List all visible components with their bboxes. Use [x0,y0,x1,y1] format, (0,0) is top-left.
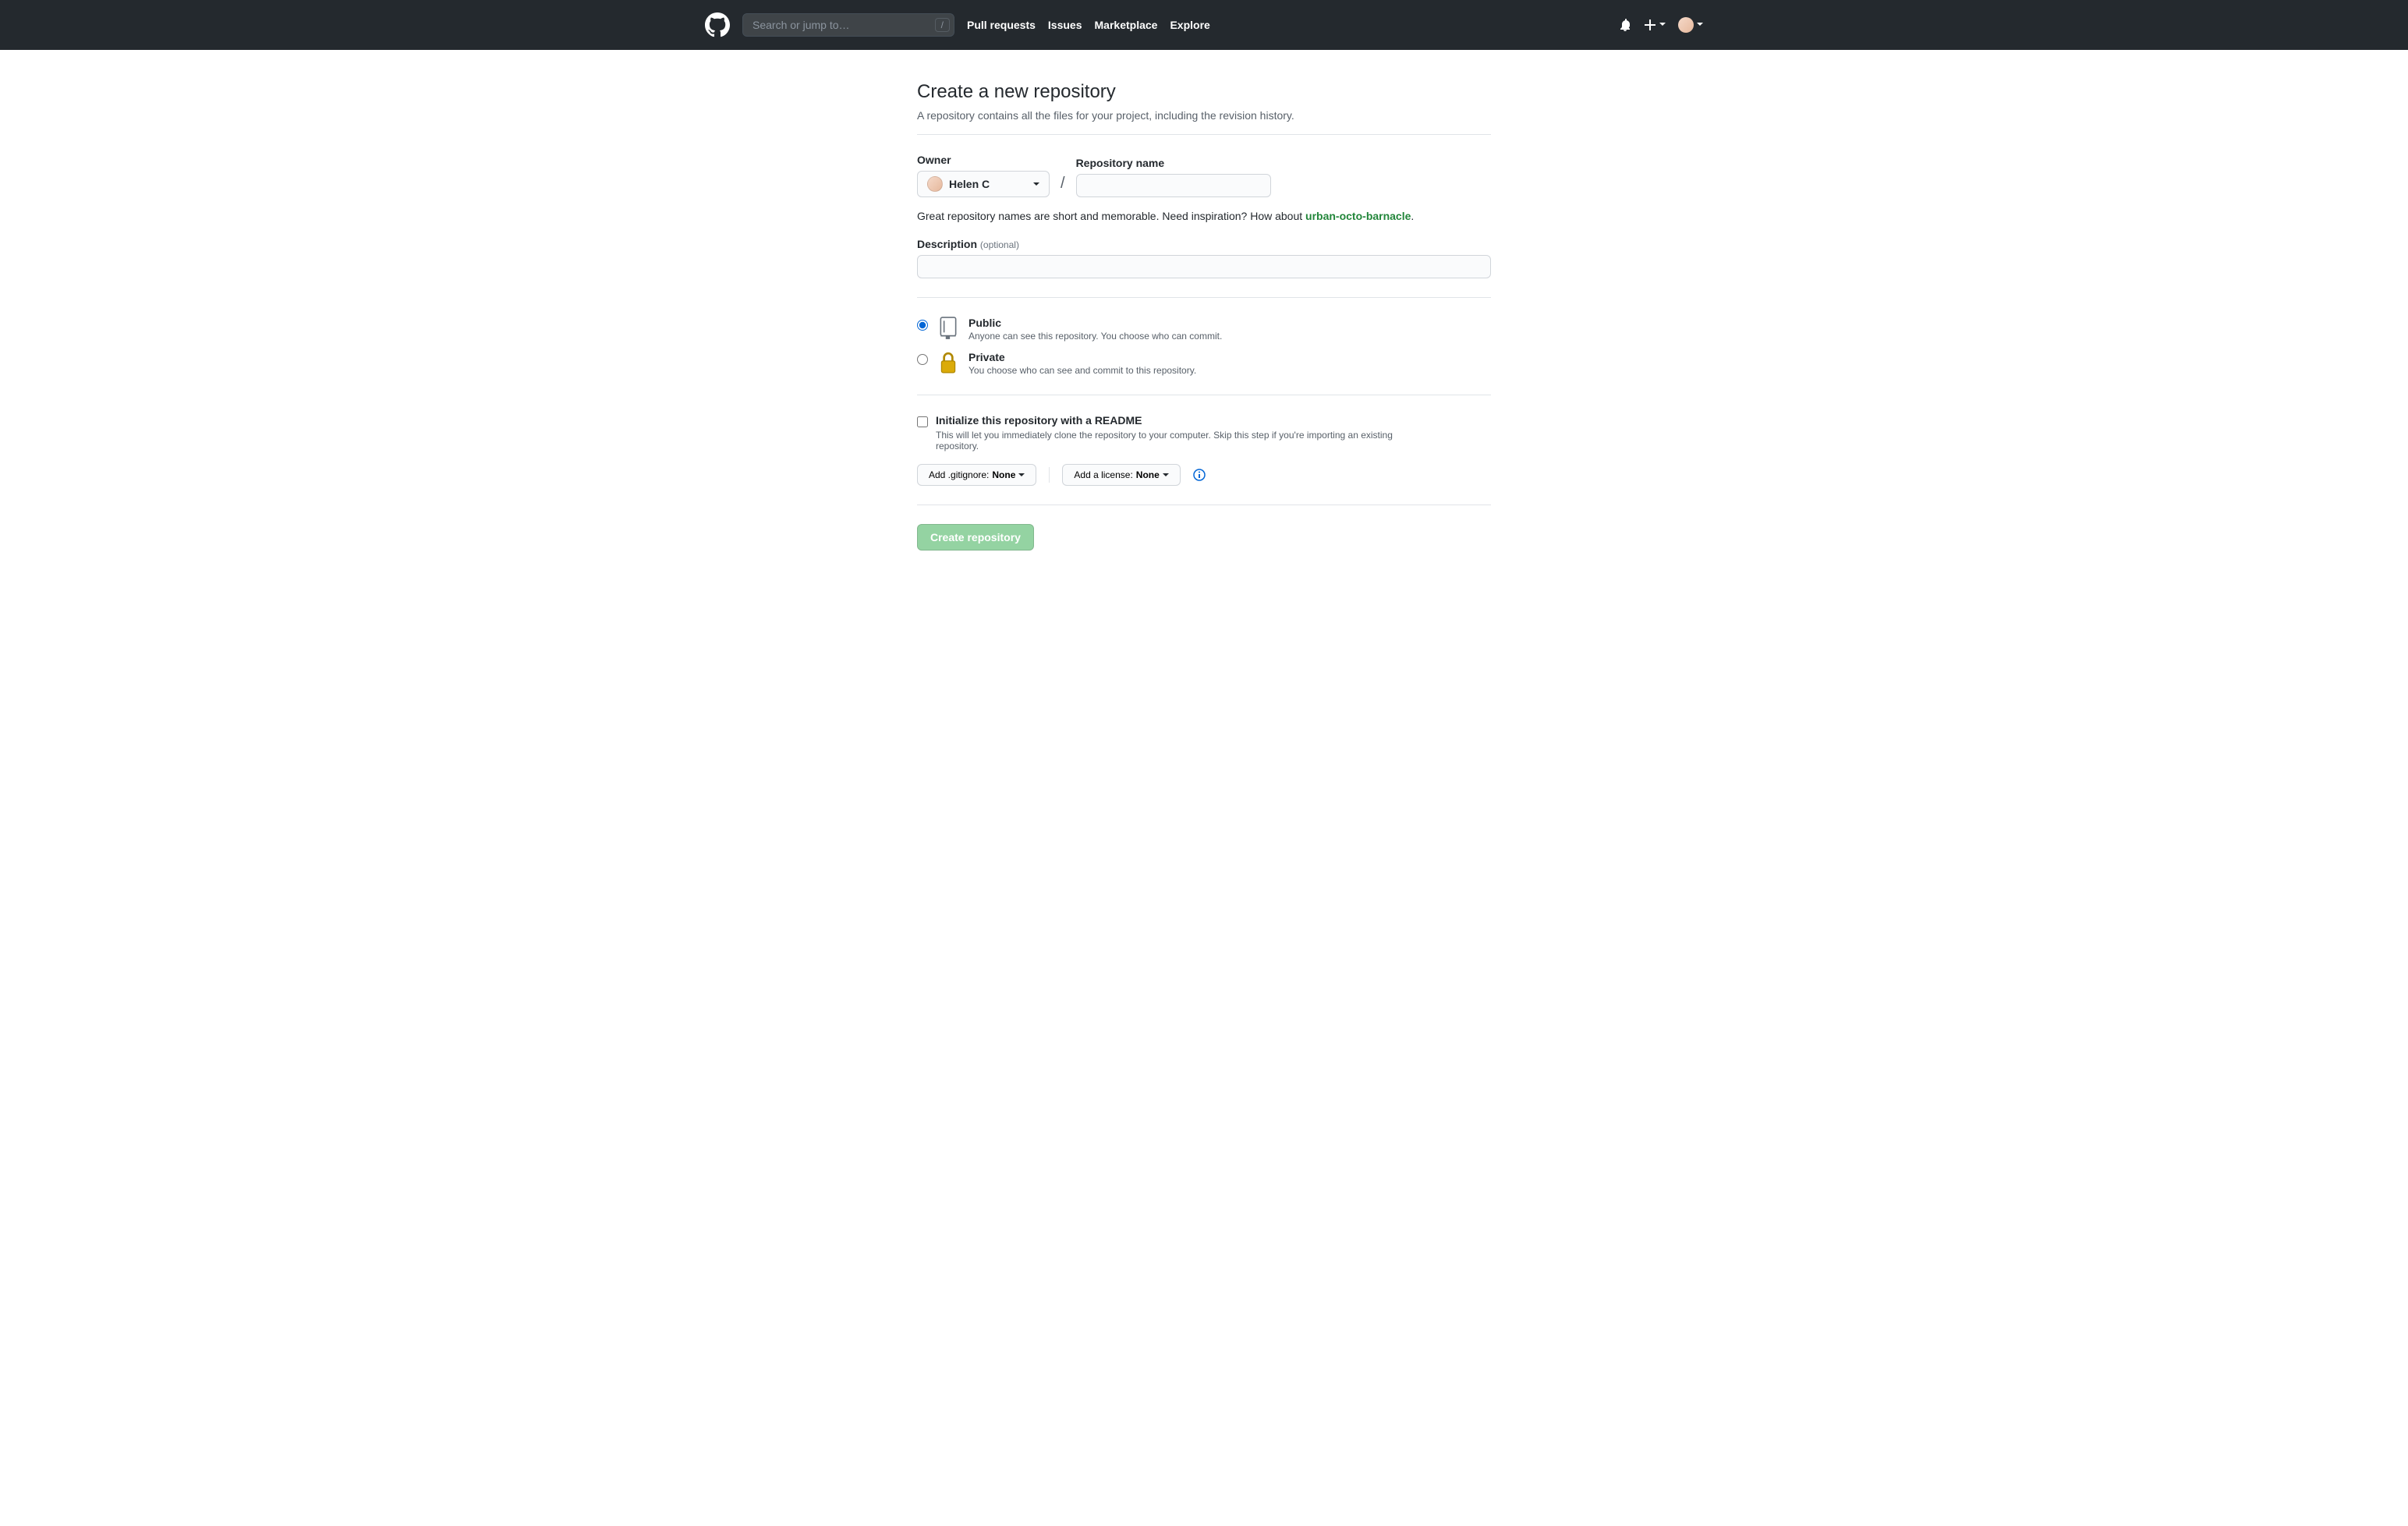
readme-desc: This will let you immediately clone the … [936,430,1435,451]
github-mark-icon [705,12,730,37]
visibility-private-text: Private You choose who can see and commi… [969,351,1491,376]
description-group: Description (optional) [917,238,1491,278]
owner-name: Helen C [949,178,990,190]
header-inner: / Pull requests Issues Marketplace Explo… [705,12,1703,37]
caret-down-icon [1697,23,1703,29]
readme-title: Initialize this repository with a README [936,414,1435,427]
description-optional: (optional) [980,239,1019,250]
user-menu-dropdown[interactable] [1678,17,1703,33]
header-right [1619,17,1703,33]
description-input[interactable] [917,255,1491,278]
repo-name-label: Repository name [1076,157,1271,169]
page-title: Create a new repository [917,81,1491,103]
search-input[interactable] [742,13,954,37]
visibility-section: Public Anyone can see this repository. Y… [917,317,1491,376]
visibility-private-option: Private You choose who can see and commi… [917,351,1491,376]
vertical-divider [1049,467,1050,483]
plus-icon [1644,19,1656,31]
repo-name-col: Repository name [1076,157,1271,197]
license-select[interactable]: Add a license: None [1062,464,1180,486]
hint-prefix: Great repository names are short and mem… [917,210,1305,222]
name-suggestion[interactable]: urban-octo-barnacle [1305,210,1411,222]
create-repository-button[interactable]: Create repository [917,524,1034,551]
readme-checkbox[interactable] [917,416,928,427]
name-hint: Great repository names are short and mem… [917,210,1491,222]
gitignore-select[interactable]: Add .gitignore: None [917,464,1036,486]
visibility-public-desc: Anyone can see this repository. You choo… [969,331,1491,342]
owner-avatar [927,176,943,192]
github-logo[interactable] [705,12,730,37]
template-select-row: Add .gitignore: None Add a license: None [917,464,1491,486]
owner-select[interactable]: Helen C [917,171,1050,197]
init-section: Initialize this repository with a README… [917,414,1491,486]
submit-section: Create repository [917,524,1491,551]
user-avatar [1678,17,1694,33]
visibility-public-option: Public Anyone can see this repository. Y… [917,317,1491,342]
nav-issues[interactable]: Issues [1048,19,1082,31]
readme-text: Initialize this repository with a README… [936,414,1435,451]
visibility-private-radio[interactable] [917,354,928,365]
divider [917,134,1491,135]
license-value: None [1136,469,1160,480]
caret-down-icon [1018,473,1025,480]
repo-name-input[interactable] [1076,174,1271,197]
visibility-public-title: Public [969,317,1491,329]
visibility-private-title: Private [969,351,1491,363]
name-section: Owner Helen C / Repository name Great re… [917,154,1491,278]
license-info-button[interactable] [1193,469,1206,481]
gitignore-value: None [992,469,1015,480]
global-header: / Pull requests Issues Marketplace Explo… [0,0,2408,50]
search-wrap: / [742,13,954,37]
repo-icon [937,317,959,340]
bell-icon [1619,19,1631,31]
info-icon [1193,469,1206,481]
notifications-button[interactable] [1619,19,1631,31]
owner-label: Owner [917,154,1050,166]
create-new-dropdown[interactable] [1644,19,1666,31]
description-label: Description [917,238,977,250]
caret-down-icon [1659,23,1666,29]
owner-repo-separator: / [1056,175,1070,197]
readme-row: Initialize this repository with a README… [917,414,1491,451]
visibility-public-radio[interactable] [917,320,928,331]
caret-down-icon [1033,182,1039,189]
owner-repo-row: Owner Helen C / Repository name [917,154,1491,197]
nav-marketplace[interactable]: Marketplace [1095,19,1158,31]
visibility-public-text: Public Anyone can see this repository. Y… [969,317,1491,342]
lock-icon [937,351,959,374]
main-container: Create a new repository A repository con… [905,81,1503,551]
license-label: Add a license: [1074,469,1132,480]
gitignore-label: Add .gitignore: [929,469,989,480]
visibility-private-desc: You choose who can see and commit to thi… [969,365,1491,376]
page-subtitle: A repository contains all the files for … [917,109,1491,122]
divider [917,297,1491,298]
primary-nav: Pull requests Issues Marketplace Explore [967,19,1210,31]
hint-suffix: . [1411,210,1414,222]
owner-col: Owner Helen C [917,154,1050,197]
nav-explore[interactable]: Explore [1170,19,1209,31]
nav-pull-requests[interactable]: Pull requests [967,19,1036,31]
caret-down-icon [1163,473,1169,480]
